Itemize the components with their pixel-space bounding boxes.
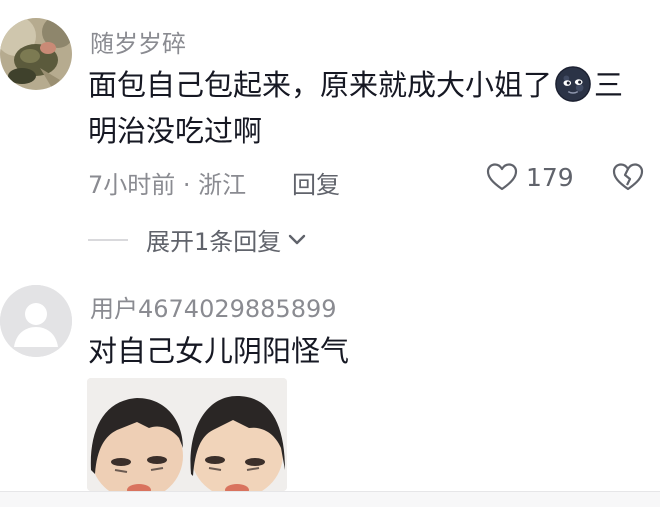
comment-text: 面包自己包起来，原来就成大小姐了 三 明治没吃过啊 [88,62,648,154]
chevron-down-icon [289,234,306,244]
expand-replies-button[interactable]: 展开1条回复 [88,222,307,257]
expand-replies-label: 展开1条回复 [146,228,282,256]
expand-divider [88,238,128,241]
comment-username[interactable]: 随岁岁碎 [90,24,186,59]
avatar-image [0,18,72,90]
reply-button[interactable]: 回复 [292,165,340,200]
default-avatar-icon [0,285,72,357]
comment-text-line2: 明治没吃过啊 [88,114,263,148]
dark-moon-face-emoji-icon [555,66,591,102]
comment-image-attachment[interactable] [87,378,287,491]
like-count: 179 [526,162,574,192]
comment-text-line1: 面包自己包起来，原来就成大小姐了 三 [88,62,648,108]
avatar[interactable] [0,18,72,90]
heart-outline-icon [486,163,518,191]
dislike-button[interactable] [612,162,644,196]
comment-username[interactable]: 用户4674029885899 [90,289,337,324]
like-button[interactable]: 179 [486,162,574,192]
bottom-divider [0,491,660,507]
comment-meta: 7小时前 · 浙江 [88,171,247,199]
avatar[interactable] [0,285,72,357]
comment-text: 对自己女儿阴阳怪气 [88,334,350,368]
meme-sticker-image [87,378,287,491]
broken-heart-icon [612,163,644,191]
